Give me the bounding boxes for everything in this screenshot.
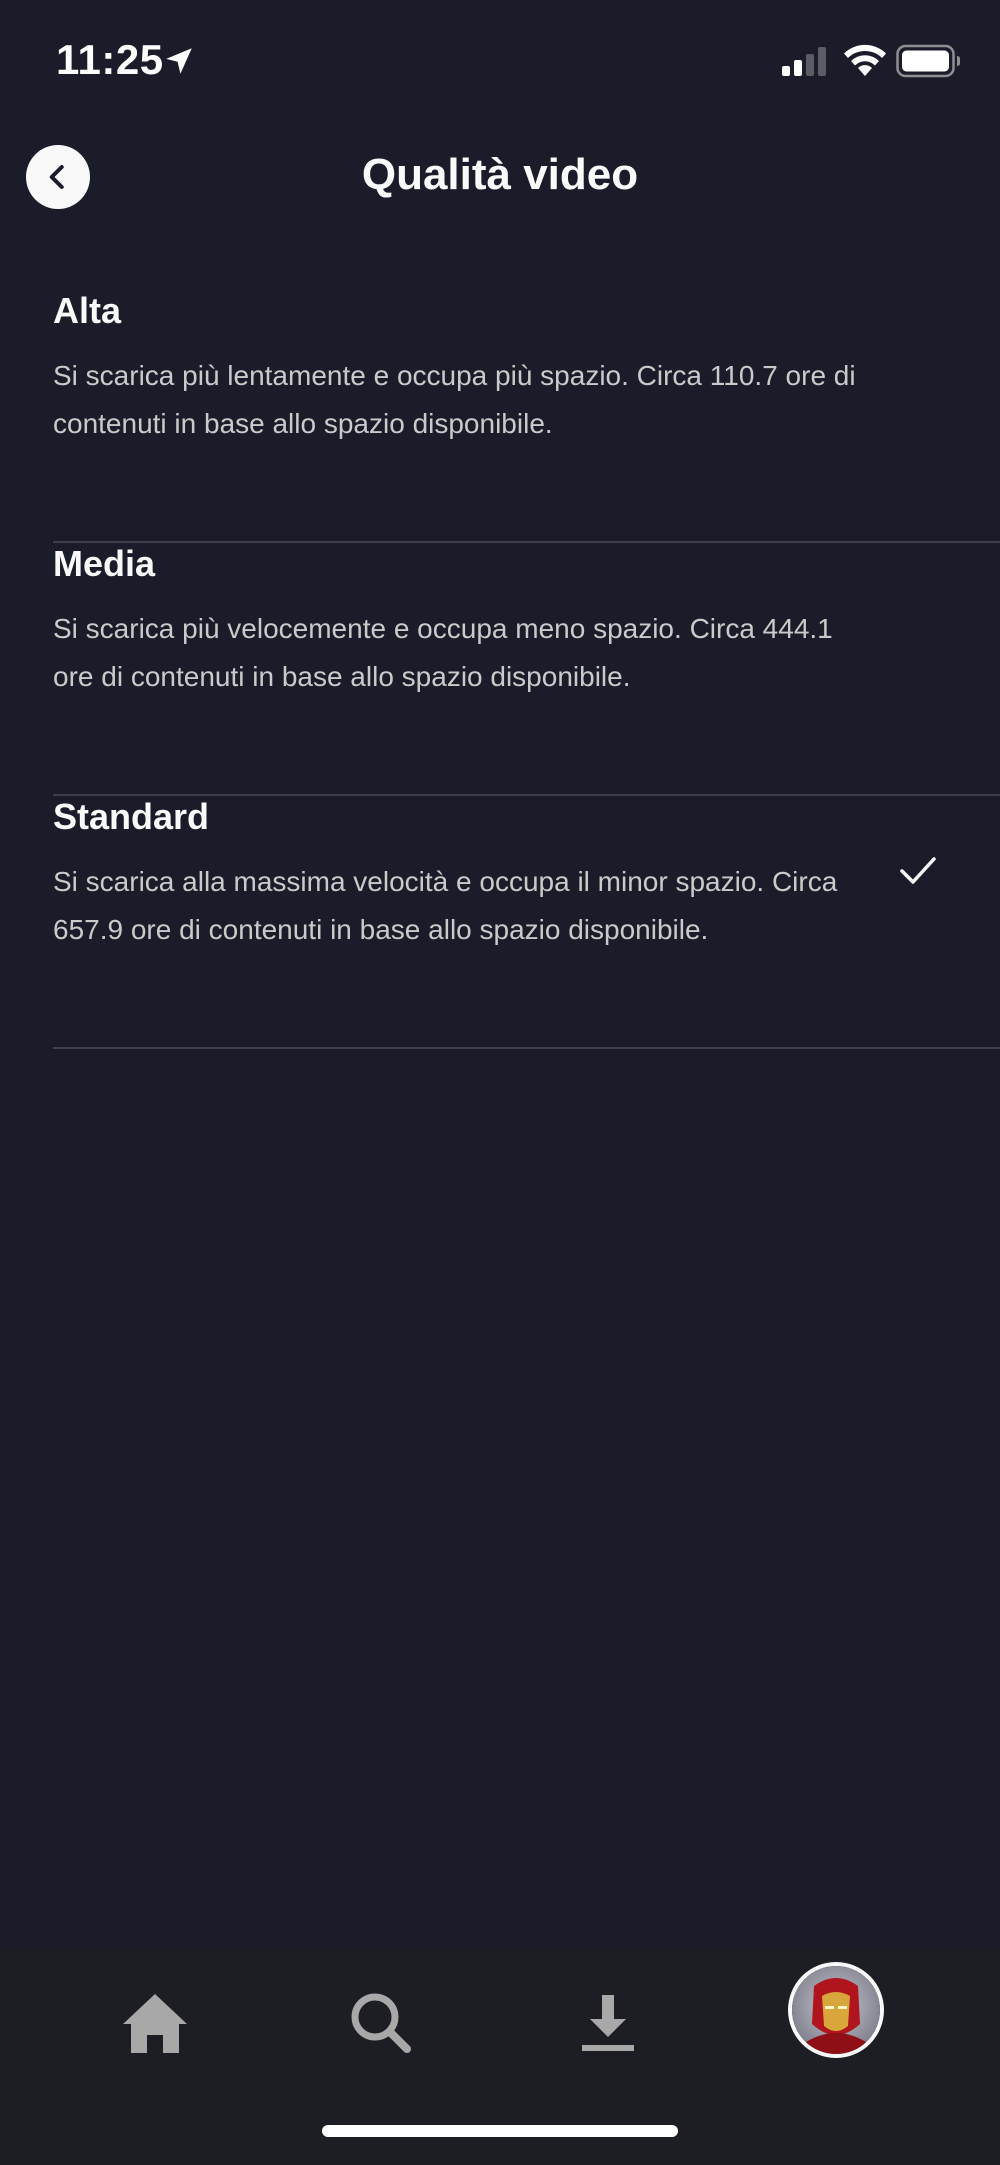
location-arrow-icon — [166, 48, 192, 74]
status-time: 11:25 — [56, 36, 164, 83]
checkmark-icon — [900, 857, 936, 884]
header: Qualità video — [0, 130, 1000, 230]
wifi-icon — [844, 44, 886, 76]
option-standard[interactable]: Standard Si scarica alla massima velocit… — [53, 796, 1000, 1049]
video-quality-options: Alta Si scarica più lentamente e occupa … — [53, 290, 1000, 1049]
video-quality-screen: 11:25 Qualità video Alta Si scarica più … — [0, 0, 1000, 2165]
option-description: Si scarica alla massima velocità e occup… — [53, 866, 838, 945]
option-title: Standard — [53, 796, 210, 837]
profile-avatar-image — [792, 1966, 880, 2054]
profile-avatar[interactable] — [788, 1962, 884, 2058]
cellular-signal-icon — [782, 47, 826, 76]
page-title: Qualità video — [361, 150, 639, 199]
option-description: Si scarica più lentamente e occupa più s… — [53, 360, 856, 439]
option-alta[interactable]: Alta Si scarica più lentamente e occupa … — [53, 290, 1000, 543]
tab-search[interactable] — [336, 1978, 426, 2068]
search-icon — [351, 1993, 411, 2053]
tab-home[interactable] — [110, 1978, 200, 2068]
download-icon — [582, 1995, 634, 2051]
battery-icon — [896, 44, 960, 78]
option-media[interactable]: Media Si scarica più velocemente e occup… — [53, 543, 1000, 796]
option-title: Media — [53, 543, 156, 584]
option-description: Si scarica più velocemente e occupa meno… — [53, 613, 833, 692]
option-title: Alta — [53, 290, 122, 331]
tab-downloads[interactable] — [563, 1978, 653, 2068]
home-indicator — [322, 2125, 678, 2137]
status-bar: 11:25 — [0, 0, 1000, 120]
home-icon — [123, 1994, 187, 2053]
